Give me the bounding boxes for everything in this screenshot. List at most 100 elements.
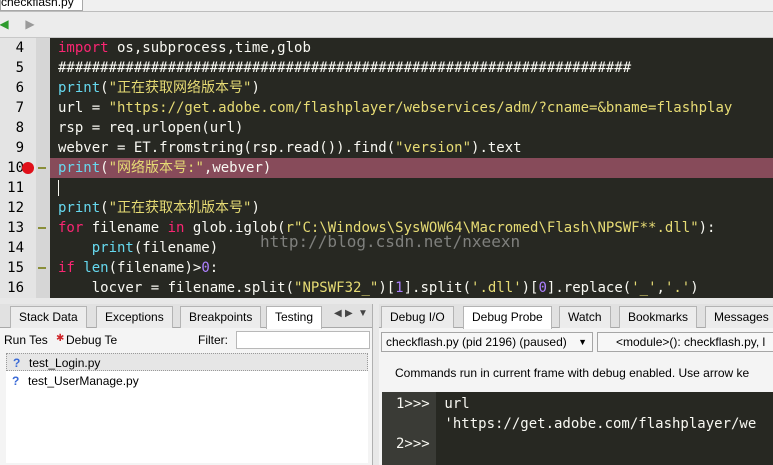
debug-tests-button[interactable]: Debug Te [66, 333, 117, 347]
forward-arrow-icon[interactable]: ▶ [22, 16, 38, 32]
code-line[interactable]: ########################################… [50, 58, 773, 78]
code-token: if [58, 260, 75, 276]
line-number: 12 [7, 200, 24, 216]
line-number: 13 [7, 220, 24, 236]
code-token: webver = ET.fromstring(rsp.read()).find( [58, 140, 396, 156]
frame-select-value: <module>(): checkflash.py, l [616, 335, 766, 349]
test-item-label: test_Login.py [29, 356, 101, 370]
process-select-value: checkflash.py (pid 2196) (paused) [386, 335, 567, 349]
testing-toolbar: Run Tes ✱ Debug Te Filter: [0, 330, 372, 352]
probe-info-text: Commands run in current frame with debug… [395, 366, 750, 380]
console-prompt: 2>>> [396, 436, 430, 452]
process-select[interactable]: checkflash.py (pid 2196) (paused) ▼ [381, 332, 593, 352]
line-number: 14 [7, 240, 24, 256]
back-arrow-icon[interactable]: ▶ [0, 16, 12, 32]
code-text-area[interactable]: import os,subprocess,time,glob ##########… [50, 38, 773, 298]
code-token: ( [100, 80, 109, 96]
code-token: locver = filename.split( [58, 280, 295, 296]
console-line: url [436, 396, 470, 412]
code-token: filename [83, 220, 168, 236]
right-panel-tabbar: Debug I/O Debug Probe Watch Bookmarks Me… [379, 304, 773, 329]
filter-input[interactable] [236, 331, 370, 349]
test-item-usermanage[interactable]: ? test_UserManage.py [6, 372, 368, 390]
tab-watch[interactable]: Watch [559, 306, 611, 328]
code-token: ].replace( [546, 280, 632, 296]
filter-label: Filter: [198, 333, 228, 347]
tab-scroll-left-icon[interactable]: ◀ [334, 308, 342, 319]
code-token: "网络版本号:" [108, 160, 204, 176]
navigation-toolbar: ▶ ▶ [0, 12, 773, 38]
code-token: "正在获取网络版本号" [108, 80, 252, 96]
line-number: 10 [7, 160, 24, 176]
code-token: '.dll' [471, 280, 522, 296]
line-number: 11 [7, 180, 24, 196]
code-token: ) [251, 80, 260, 96]
line-number: 9 [15, 140, 24, 156]
line-number: 5 [15, 60, 24, 76]
code-line[interactable]: webver = ET.fromstring(rsp.read()).find(… [50, 138, 773, 158]
left-tool-panel: Stack Data Exceptions Breakpoints Testin… [0, 304, 373, 465]
tab-testing[interactable]: Testing [266, 306, 323, 329]
run-tests-button[interactable]: Run Tes [4, 333, 48, 347]
editor-tab-strip: checkflash.py [0, 0, 773, 12]
tab-messages[interactable]: Messages [705, 306, 773, 328]
code-token: ].split( [403, 280, 472, 296]
code-line[interactable]: if len(filename)>0: [50, 258, 773, 278]
file-tab-checkflash[interactable]: checkflash.py [0, 0, 83, 11]
tab-breakpoints[interactable]: Breakpoints [180, 306, 262, 328]
text-cursor [58, 180, 59, 196]
tab-menu-chevron-icon[interactable]: ▼ [358, 308, 368, 319]
code-token: ,webver) [203, 160, 272, 176]
tab-exceptions[interactable]: Exceptions [96, 306, 173, 328]
code-token: ) [690, 280, 699, 296]
code-token: )[ [521, 280, 539, 296]
line-number: 4 [15, 40, 24, 56]
tab-debug-io[interactable]: Debug I/O [381, 306, 454, 328]
console-line: 'https://get.adobe.com/flashplayer/we [436, 416, 757, 432]
right-tool-panel: Debug I/O Debug Probe Watch Bookmarks Me… [379, 304, 773, 465]
code-token: in [167, 220, 185, 236]
code-token: '.' [664, 280, 691, 296]
tab-scroll-right-icon[interactable]: ▶ [345, 308, 353, 319]
frame-select[interactable]: <module>(): checkflash.py, l [597, 332, 773, 352]
code-token: len [83, 260, 109, 276]
code-line[interactable]: url = "https://get.adobe.com/flashplayer… [50, 98, 773, 118]
code-token: ).text [471, 140, 522, 156]
code-token: ) [251, 200, 260, 216]
code-token: (filename) [133, 240, 219, 256]
test-item-login[interactable]: ? test_Login.py [6, 353, 368, 371]
line-number: 8 [15, 120, 24, 136]
breakpoint-marker-icon[interactable] [22, 162, 34, 174]
code-token: "https://get.adobe.com/flashplayer/webse… [108, 100, 733, 116]
code-token: 1 [395, 280, 404, 296]
code-token: for [58, 220, 84, 236]
tab-stack-data[interactable]: Stack Data [10, 306, 87, 328]
code-editor[interactable]: 4 5 6 7 8 9 10 11 12 13 14 15 16 import os,subproces… [0, 38, 773, 298]
code-token: )[ [378, 280, 396, 296]
probe-console[interactable]: 1>>> url 'https://get.adobe.com/flashpla… [382, 392, 773, 465]
fold-marker-icon[interactable] [38, 267, 46, 269]
fold-marker-icon[interactable] [38, 227, 46, 229]
code-token: ): [698, 220, 716, 236]
code-line[interactable] [50, 178, 773, 198]
code-token: "正在获取本机版本号" [108, 200, 252, 216]
code-line[interactable]: import os,subprocess,time,glob [50, 38, 773, 58]
code-line[interactable]: locver = filename.split("NPSWF32_")[1].s… [50, 278, 773, 298]
ide-window: checkflash.py ▶ ▶ 4 5 6 7 8 9 10 11 12 13 14 15 16 i… [0, 0, 773, 465]
unknown-status-icon: ? [13, 356, 21, 370]
code-token: 0 [538, 280, 547, 296]
code-token: print [58, 200, 101, 216]
code-token: print [91, 240, 134, 256]
code-line[interactable]: print("正在获取网络版本号") [50, 78, 773, 98]
code-token: os,subprocess,time,glob [108, 40, 311, 56]
code-line[interactable]: rsp = req.urlopen(url) [50, 118, 773, 138]
tab-bookmarks[interactable]: Bookmarks [619, 306, 698, 328]
code-line[interactable]: print("正在获取本机版本号") [50, 198, 773, 218]
fold-marker-icon[interactable] [38, 167, 46, 169]
code-token: "version" [395, 140, 472, 156]
code-token: ( [100, 160, 109, 176]
test-tree: ? test_Login.py ? test_UserManage.py [6, 353, 368, 463]
code-line[interactable]: print("网络版本号:",webver) [50, 158, 773, 178]
tab-debug-probe[interactable]: Debug Probe [463, 306, 552, 329]
